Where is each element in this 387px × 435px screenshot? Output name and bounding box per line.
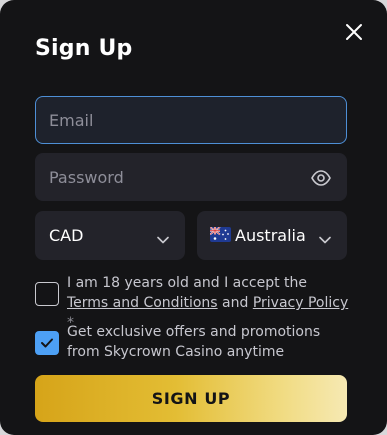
- terms-link[interactable]: Terms and Conditions: [67, 295, 218, 311]
- sign-up-button[interactable]: SIGN UP: [35, 375, 347, 422]
- currency-select[interactable]: CAD: [35, 211, 185, 260]
- currency-value: CAD: [49, 226, 84, 245]
- country-value: Australia: [235, 226, 306, 245]
- terms-and: and: [222, 295, 249, 311]
- password-field[interactable]: [35, 153, 347, 201]
- offers-checkbox[interactable]: [35, 331, 59, 355]
- chevron-down-icon: [157, 230, 169, 244]
- terms-prefix: I am 18 years old and I accept the: [67, 275, 308, 291]
- offers-label: Get exclusive offers and promotions from…: [67, 324, 321, 360]
- privacy-link[interactable]: Privacy Policy: [253, 295, 348, 311]
- email-input[interactable]: [49, 97, 309, 143]
- terms-checkbox[interactable]: [35, 282, 59, 306]
- country-select[interactable]: Australia: [197, 211, 347, 260]
- close-icon[interactable]: [342, 20, 366, 44]
- modal-title: Sign Up: [35, 36, 133, 61]
- eye-icon[interactable]: [310, 168, 332, 188]
- chevron-down-icon: [319, 230, 331, 244]
- signup-modal: Sign Up CAD: [0, 0, 387, 435]
- australia-flag-icon: [209, 226, 231, 242]
- email-field[interactable]: [35, 96, 347, 144]
- checkmark-icon: [41, 338, 53, 348]
- password-input[interactable]: [49, 154, 309, 200]
